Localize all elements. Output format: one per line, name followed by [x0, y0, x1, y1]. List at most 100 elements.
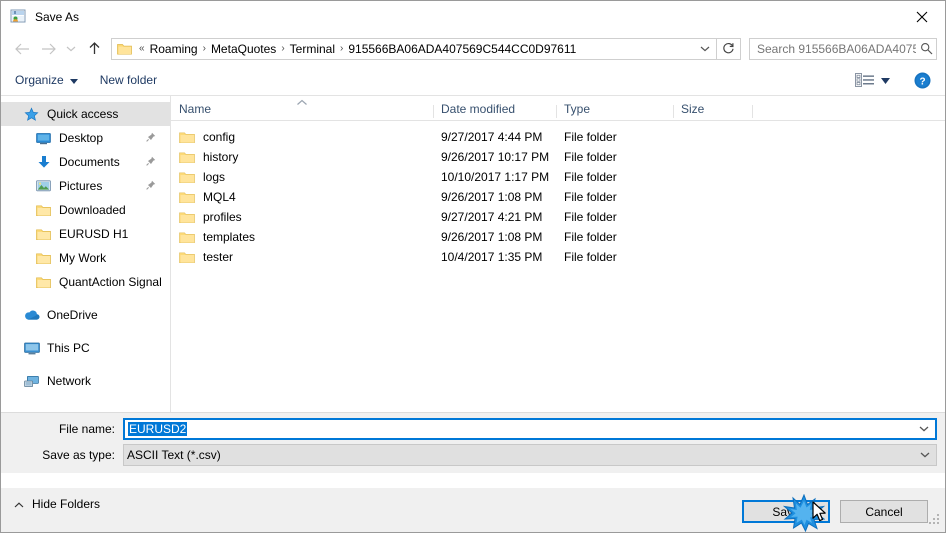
table-row[interactable]: tester 10/4/2017 1:35 PM File folder [171, 247, 945, 267]
sidebar-item-documents[interactable]: Documents [1, 150, 170, 174]
folder-icon [179, 151, 195, 164]
pin-icon[interactable] [146, 155, 156, 169]
column-label: Size [681, 102, 705, 116]
folder-icon [35, 250, 52, 267]
breadcrumb-separator: › [340, 43, 344, 54]
save-button-label: Save [772, 504, 800, 519]
pictures-icon [35, 178, 52, 195]
file-list-rows: config 9/27/2017 4:44 PM File folder his… [171, 121, 945, 267]
sidebar-item-network[interactable]: Network [1, 369, 170, 393]
folder-icon [35, 202, 52, 219]
folder-icon [179, 191, 195, 204]
file-name-text: EURUSD2 [128, 421, 188, 436]
column-header-type[interactable]: Type [556, 102, 673, 120]
sidebar-item-label: Network [47, 374, 92, 388]
file-name-cell: history [171, 150, 433, 164]
folder-icon [179, 251, 195, 264]
file-name: MQL4 [203, 190, 236, 204]
sidebar-item-my-work[interactable]: My Work [1, 246, 170, 270]
column-header-date-modified[interactable]: Date modified [433, 102, 556, 120]
table-row[interactable]: config 9/27/2017 4:44 PM File folder [171, 127, 945, 147]
file-name: logs [203, 170, 226, 184]
hide-folders-button[interactable]: Hide Folders [14, 497, 100, 511]
refresh-icon[interactable] [717, 37, 741, 60]
save-as-dialog: Save As « Roaming › MetaQuotes › Termina… [0, 0, 946, 533]
organize-label: Organize [15, 73, 64, 87]
sidebar-item-eurusd-h1[interactable]: EURUSD H1 [1, 222, 170, 246]
pin-icon[interactable] [146, 179, 156, 193]
caret-down-icon [69, 73, 78, 87]
documents-icon [35, 154, 52, 171]
up-arrow-icon[interactable] [81, 36, 107, 62]
toolbar-right-group: ? [855, 72, 945, 89]
table-row[interactable]: profiles 9/27/2017 4:21 PM File folder [171, 207, 945, 227]
network-icon [23, 373, 40, 390]
save-as-type-chevron-down-icon[interactable] [914, 451, 936, 458]
table-row[interactable]: history 9/26/2017 10:17 PM File folder [171, 147, 945, 167]
table-row[interactable]: logs 10/10/2017 1:17 PM File folder [171, 167, 945, 187]
forward-arrow-icon[interactable] [35, 36, 61, 62]
file-date: 9/27/2017 4:21 PM [441, 210, 543, 224]
file-type-row: Save as type: ASCII Text (*.csv) [1, 443, 945, 466]
organize-button[interactable]: Organize [15, 73, 78, 87]
navigation-sidebar: Quick access Desktop Documents Pictures … [1, 96, 171, 412]
dialog-footer: Hide Folders Save Cancel [1, 488, 945, 533]
desktop-icon [35, 130, 52, 147]
file-name-cell: config [171, 130, 433, 144]
close-icon[interactable] [899, 1, 945, 32]
help-icon[interactable]: ? [914, 72, 931, 89]
file-name-chevron-down-icon[interactable] [913, 425, 935, 432]
sidebar-item-pictures[interactable]: Pictures [1, 174, 170, 198]
address-chevron-down-icon[interactable] [694, 39, 716, 59]
file-name-cell: tester [171, 250, 433, 264]
save-button[interactable]: Save [742, 500, 830, 523]
sidebar-item-label: OneDrive [47, 308, 98, 322]
folder-icon [179, 131, 195, 144]
save-as-icon [10, 8, 27, 25]
sidebar-item-downloaded[interactable]: Downloaded [1, 198, 170, 222]
file-date: 10/4/2017 1:35 PM [441, 250, 543, 264]
file-list-pane: Name Date modified Type Size config 9/27… [171, 96, 945, 412]
breadcrumb-item-metaquotes[interactable]: MetaQuotes [209, 42, 278, 56]
resize-grip-icon[interactable] [928, 513, 941, 529]
recent-locations-chevron-down-icon[interactable] [61, 36, 81, 62]
folder-icon [179, 211, 195, 224]
file-name-cell: logs [171, 170, 433, 184]
sidebar-item-onedrive[interactable]: OneDrive [1, 303, 170, 327]
folder-icon [179, 171, 195, 184]
dialog-body: Quick access Desktop Documents Pictures … [1, 96, 945, 412]
file-name-value: EURUSD2 [125, 421, 913, 436]
sidebar-item-this-pc[interactable]: This PC [1, 336, 170, 360]
sidebar-item-quantaction-signal[interactable]: QuantAction Signal [1, 270, 170, 294]
column-label: Type [564, 102, 591, 116]
file-name: config [203, 130, 236, 144]
search-input[interactable]: Search 915566BA06ADA40756... [749, 37, 937, 60]
view-caret-down-icon[interactable] [881, 73, 890, 87]
cancel-button[interactable]: Cancel [840, 500, 928, 523]
table-row[interactable]: MQL4 9/26/2017 1:08 PM File folder [171, 187, 945, 207]
table-row[interactable]: templates 9/26/2017 1:08 PM File folder [171, 227, 945, 247]
breadcrumb-item-terminal[interactable]: Terminal [288, 42, 337, 56]
column-header-name[interactable]: Name [171, 102, 433, 120]
file-name-input[interactable]: EURUSD2 [123, 417, 937, 440]
column-header-size[interactable]: Size [673, 102, 753, 120]
file-type: File folder [564, 250, 617, 264]
file-name: templates [203, 230, 256, 244]
file-type: File folder [564, 190, 617, 204]
breadcrumb-item-guid[interactable]: 915566BA06ADA407569C544CC0D97611 [346, 42, 578, 56]
sidebar-item-quick-access[interactable]: Quick access [1, 102, 170, 126]
new-folder-button[interactable]: New folder [100, 73, 157, 87]
file-type: File folder [564, 230, 617, 244]
file-name-cell: profiles [171, 210, 433, 224]
pin-icon[interactable] [146, 131, 156, 145]
save-as-type-select[interactable]: ASCII Text (*.csv) [123, 443, 937, 466]
back-arrow-icon[interactable] [9, 36, 35, 62]
breadcrumb-item-roaming[interactable]: Roaming [148, 42, 200, 56]
breadcrumb-overflow[interactable]: « [136, 43, 148, 54]
file-date: 9/26/2017 1:08 PM [441, 190, 543, 204]
file-date: 9/27/2017 4:44 PM [441, 130, 543, 144]
sidebar-item-desktop[interactable]: Desktop [1, 126, 170, 150]
view-layout-icon[interactable] [855, 73, 875, 87]
file-name: history [203, 150, 239, 164]
address-bar[interactable]: « Roaming › MetaQuotes › Terminal › 9155… [111, 37, 717, 60]
